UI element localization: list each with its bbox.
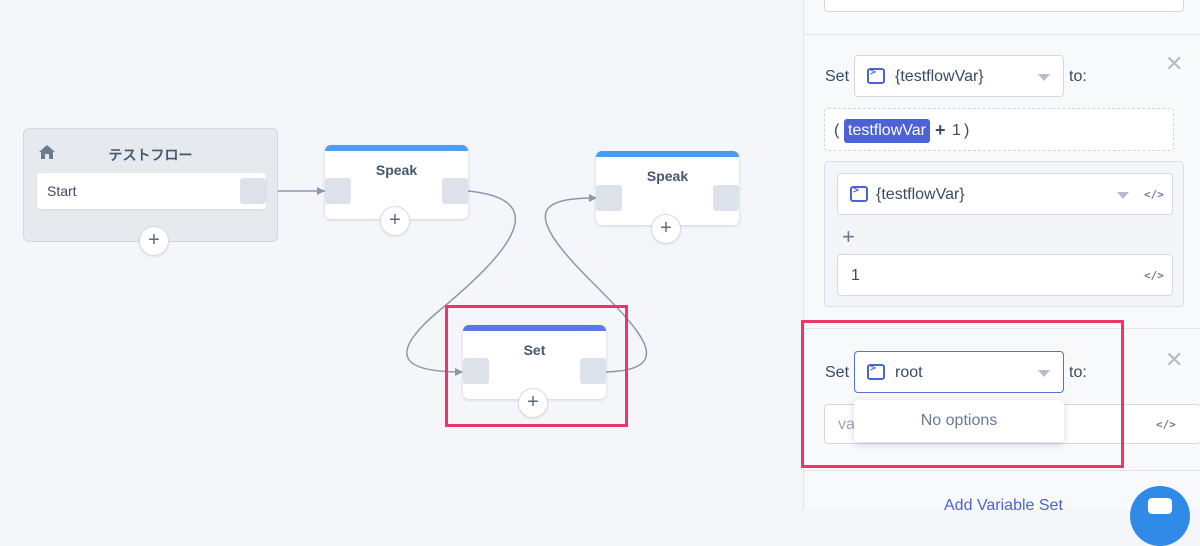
speak-node-1-output-port[interactable] [442, 178, 468, 204]
start-output-port[interactable] [240, 178, 266, 204]
speak-node-1-title: Speak [375, 162, 418, 178]
expression-operand: 1 [952, 122, 961, 139]
code-icon[interactable]: </> [1144, 188, 1164, 201]
set-1-operand-b-field[interactable]: 1 </> [837, 254, 1173, 296]
expression-open-paren: ( [834, 122, 840, 139]
set-1-operand-b-value: 1 [851, 267, 860, 284]
speak-node-2-input-port[interactable] [596, 185, 622, 211]
edge-start-arrow [317, 187, 325, 195]
previous-field[interactable] [824, 0, 1184, 12]
set-node-highlight [445, 305, 628, 427]
speak-node-1-add-button[interactable]: + [380, 206, 410, 236]
editor-panel[interactable]: Set {testflowVar} to: ✕ ( testflowVar + … [801, 0, 1200, 546]
start-add-button[interactable]: + [139, 226, 169, 256]
speak-node-1[interactable]: Speak + [325, 145, 468, 236]
expression-close-paren: ) [964, 122, 970, 139]
chevron-down-icon [1117, 192, 1129, 199]
set-1-add-operand-button[interactable]: + [842, 224, 855, 250]
set-2-highlight [801, 320, 1124, 468]
set-1-operand-a-value: {testflowVar} [876, 186, 965, 203]
expression-variable-chip: testflowVar [844, 119, 930, 143]
section-divider [804, 470, 1200, 471]
set-1-close-icon[interactable]: ✕ [1165, 51, 1183, 77]
set-1-set-label: Set [825, 68, 850, 85]
chevron-down-icon [1038, 74, 1050, 81]
expression-operator: + [935, 120, 946, 140]
section-divider [804, 34, 1200, 35]
start-node-title: テストフロー [108, 147, 193, 163]
set-1-variable-select[interactable]: {testflowVar} [854, 55, 1064, 97]
speak-node-2-output-port[interactable] [713, 185, 739, 211]
set-1-to-label: to: [1069, 68, 1087, 85]
set-1-operand-a-field[interactable]: {testflowVar} </> [837, 173, 1173, 215]
variable-icon [867, 67, 885, 84]
add-variable-set-link[interactable]: Add Variable Set [944, 497, 1063, 515]
speak-node-1-input-port[interactable] [325, 178, 351, 204]
start-entry-row[interactable]: Start [37, 173, 266, 209]
set-2-close-icon[interactable]: ✕ [1165, 347, 1183, 373]
chat-icon[interactable] [1130, 486, 1190, 546]
code-icon[interactable]: </> [1156, 418, 1176, 431]
start-entry-label: Start [47, 183, 77, 199]
flow-edges [265, 187, 648, 376]
start-node[interactable]: テストフロー Start + [23, 128, 278, 256]
speak-node-2-add-button[interactable]: + [651, 214, 681, 244]
variable-icon [850, 185, 868, 202]
set-1-variable-value: {testflowVar} [895, 68, 984, 85]
speak-node-2-title: Speak [646, 168, 689, 184]
speak-node-2[interactable]: Speak + [596, 151, 739, 244]
flow-canvas[interactable]: テストフロー Start + Speak + Speak + Set + [0, 0, 803, 509]
code-icon[interactable]: </> [1144, 269, 1164, 282]
